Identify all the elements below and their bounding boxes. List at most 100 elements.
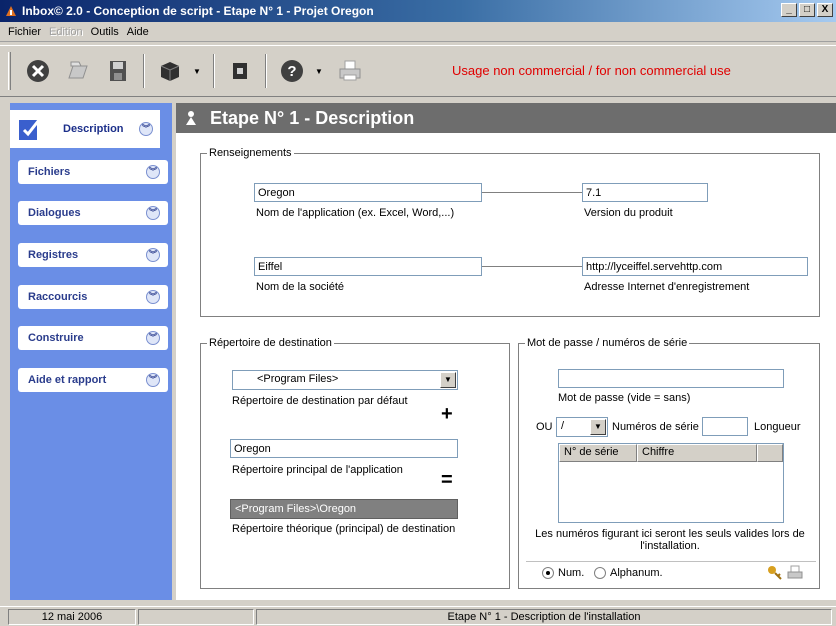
toolbar: ▼ ? ▼ Usage non commercial / for non com…	[0, 45, 836, 97]
close-button[interactable]: X	[817, 3, 833, 17]
company-label: Nom de la société	[256, 281, 345, 293]
menu-fichier[interactable]: Fichier	[4, 26, 45, 38]
sidebar-item-raccourcis[interactable]: Raccourcis ︾	[18, 285, 168, 309]
open-button[interactable]	[61, 53, 95, 89]
plus-sign: +	[441, 403, 453, 425]
equals-sign: =	[441, 469, 453, 491]
chevron-down-icon: ︾	[146, 165, 160, 179]
sidebar-item-aide-et-rapport[interactable]: Aide et rapport ︾	[18, 368, 168, 392]
maximize-button[interactable]: □	[799, 3, 815, 17]
chevron-down-icon: ︾	[146, 373, 160, 387]
app-name-label: Nom de l'application (ex. Excel, Word,..…	[256, 207, 455, 219]
help-button[interactable]: ?	[275, 53, 309, 89]
password-label: Mot de passe (vide = sans)	[558, 392, 691, 404]
radio-dot	[594, 567, 606, 579]
app-name-input[interactable]	[254, 183, 482, 202]
radio-dot	[542, 567, 554, 579]
toolbar-separator	[265, 54, 267, 88]
sidebar-item-label: Fichiers	[28, 166, 71, 178]
chevron-down-icon: ︾	[139, 122, 153, 136]
sidebar-item-label: Raccourcis	[28, 291, 88, 303]
chevron-down-icon[interactable]: ▼	[590, 419, 606, 435]
chevron-down-icon: ︾	[146, 290, 160, 304]
print-icon[interactable]	[786, 564, 804, 582]
password-input[interactable]	[558, 369, 784, 388]
wizard-icon	[186, 111, 196, 125]
save-button[interactable]	[101, 53, 135, 89]
close-project-button[interactable]	[21, 53, 55, 89]
chevron-down-icon[interactable]: ▼	[440, 372, 456, 388]
app-icon	[6, 6, 16, 16]
sidebar-item-label: Registres	[28, 249, 79, 261]
toolbar-separator	[143, 54, 145, 88]
key-icon[interactable]	[766, 564, 784, 582]
print-button[interactable]	[333, 53, 367, 89]
minimize-button[interactable]: _	[781, 3, 797, 17]
package-button[interactable]	[153, 53, 187, 89]
sidebar-item-registres[interactable]: Registres ︾	[18, 243, 168, 267]
separator-value: /	[561, 420, 565, 432]
chevron-down-icon[interactable]: ▼	[193, 67, 201, 76]
length-label: Longueur	[754, 421, 801, 433]
version-input[interactable]	[582, 183, 708, 202]
serial-label: Numéros de série	[612, 421, 699, 433]
radio-alphanum[interactable]: Alphanum.	[594, 567, 663, 579]
chevron-down-icon[interactable]: ▼	[315, 67, 323, 76]
sidebar-item-dialogues[interactable]: Dialogues ︾	[18, 201, 168, 225]
title-bar: Inbox© 2.0 - Conception de script - Etap…	[0, 0, 836, 22]
menu-outils[interactable]: Outils	[87, 26, 123, 38]
divider	[526, 561, 816, 562]
toolbar-grip[interactable]	[8, 52, 11, 90]
menu-edition: Edition	[49, 25, 83, 38]
group-title: Renseignements	[209, 147, 292, 159]
chevron-down-icon: ︾	[146, 248, 160, 262]
radio-num-label: Num.	[558, 567, 585, 579]
or-label: OU	[536, 421, 553, 433]
menu-aide[interactable]: Aide	[123, 26, 153, 38]
package-icon	[160, 62, 180, 81]
radio-alpha-label: Alphanum.	[610, 567, 663, 579]
svg-text:?: ?	[287, 63, 296, 80]
column-header-empty	[757, 444, 783, 462]
default-dir-select[interactable]: <Program Files> ▼	[232, 370, 458, 390]
connector-line	[482, 192, 582, 193]
result-dir-field: <Program Files>\Oregon	[230, 499, 458, 519]
default-dir-label: Répertoire de destination par défaut	[232, 395, 408, 407]
toolbar-separator	[213, 54, 215, 88]
help-icon: ?	[281, 60, 303, 82]
group-title: Répertoire de destination	[209, 337, 332, 349]
window-title: Inbox© 2.0 - Conception de script - Etap…	[22, 4, 374, 18]
separator-select[interactable]: / ▼	[556, 417, 608, 437]
main-dir-input[interactable]	[230, 439, 458, 458]
serial-list[interactable]: N° de série Chiffre	[558, 443, 784, 523]
sidebar-item-label: Dialogues	[28, 207, 81, 219]
connector-line	[482, 266, 582, 267]
sidebar-item-fichiers[interactable]: Fichiers ︾	[18, 160, 168, 184]
length-input[interactable]	[702, 417, 748, 436]
serial-list-header: N° de série Chiffre	[559, 444, 783, 462]
description-icon	[19, 119, 41, 140]
default-dir-value: <Program Files>	[257, 373, 339, 385]
url-label: Adresse Internet d'enregistrement	[584, 281, 750, 293]
sidebar-item-description[interactable]: Description ︾	[10, 110, 160, 148]
column-header[interactable]: N° de série	[559, 444, 637, 462]
save-icon	[110, 61, 126, 81]
sidebar-item-label: Aide et rapport	[28, 374, 107, 386]
group-title: Mot de passe / numéros de série	[527, 337, 688, 349]
menu-bar: Fichier Edition Outils Aide	[0, 22, 836, 42]
company-input[interactable]	[254, 257, 482, 276]
status-date: 12 mai 2006	[8, 609, 136, 625]
step-header: Etape N° 1 - Description	[176, 103, 836, 133]
chevron-down-icon: ︾	[146, 331, 160, 345]
license-notice: Usage non commercial / for non commercia…	[452, 63, 731, 78]
open-icon	[68, 61, 88, 79]
column-header[interactable]: Chiffre	[637, 444, 757, 462]
radio-num[interactable]: Num.	[542, 567, 584, 579]
serial-note: Les numéros figurant ici seront les seul…	[535, 528, 805, 552]
chevron-down-icon: ︾	[146, 206, 160, 220]
url-input[interactable]	[582, 257, 808, 276]
page-title: Etape N° 1 - Description	[210, 107, 415, 128]
main-dir-label: Répertoire principal de l'application	[232, 464, 403, 476]
sidebar-item-construire[interactable]: Construire ︾	[18, 326, 168, 350]
build-button[interactable]	[223, 53, 257, 89]
